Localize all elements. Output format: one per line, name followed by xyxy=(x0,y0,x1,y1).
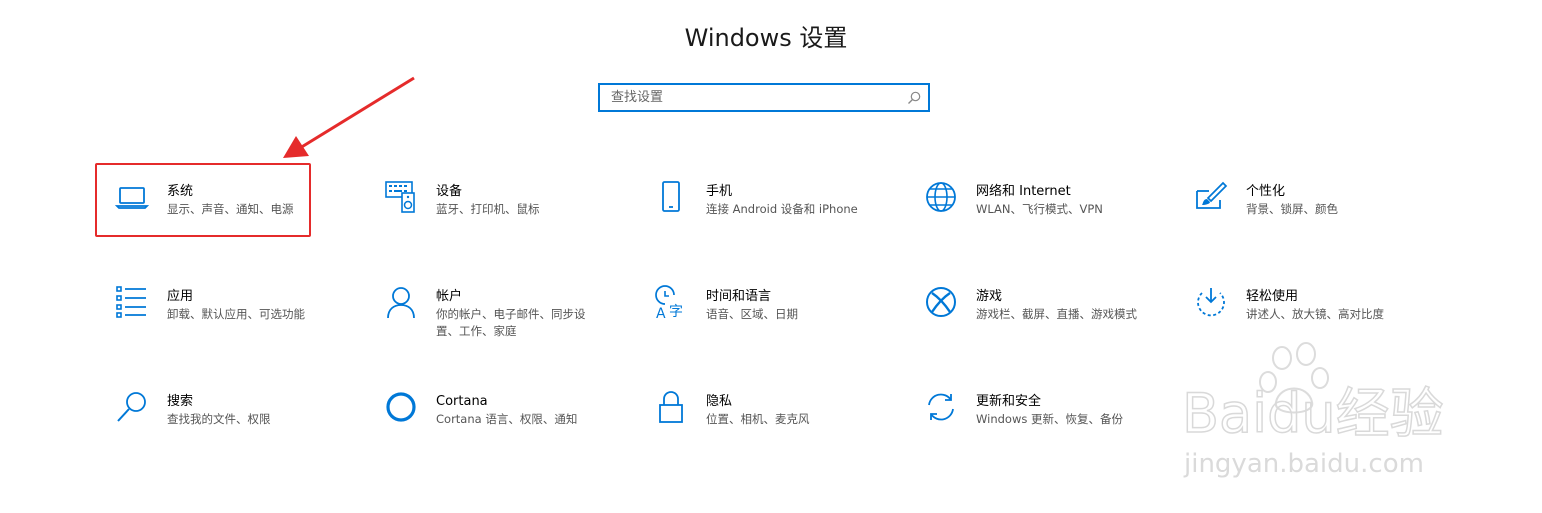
tile-desc: 讲述人、放大镜、高对比度 xyxy=(1246,307,1384,321)
time-language-icon: A字 xyxy=(654,285,688,322)
paintbrush-icon xyxy=(1194,180,1228,214)
search-icon[interactable] xyxy=(906,90,922,106)
phone-icon xyxy=(654,180,688,214)
tile-name: 系统 xyxy=(167,184,194,199)
search-input[interactable] xyxy=(609,89,906,106)
tile-phone[interactable]: 手机 连接 Android 设备和 iPhone xyxy=(654,180,894,240)
watermark-url: jingyan.baidu.com xyxy=(1183,449,1424,479)
tile-search[interactable]: 搜索 查找我的文件、权限 xyxy=(115,390,355,450)
apps-list-icon xyxy=(115,285,149,319)
tile-desc: Windows 更新、恢复、备份 xyxy=(976,412,1123,426)
svg-text:A: A xyxy=(656,306,666,319)
page-title: Windows 设置 xyxy=(684,24,848,52)
globe-icon xyxy=(924,180,958,214)
tile-desc: 连接 Android 设备和 iPhone xyxy=(706,202,858,216)
tile-accounts[interactable]: 帐户 你的帐户、电子邮件、同步设置、工作、家庭 xyxy=(384,285,624,345)
search-magnifier-icon xyxy=(115,390,149,424)
tile-desc: 背景、锁屏、颜色 xyxy=(1246,202,1338,216)
tile-name: 游戏 xyxy=(976,289,1003,304)
baidu-watermark: Baidu经验 jingyan.baidu.com xyxy=(1181,342,1444,479)
tile-name: 设备 xyxy=(436,184,463,199)
tile-system[interactable]: 系统 显示、声音、通知、电源 xyxy=(114,180,355,240)
tile-privacy[interactable]: 隐私 位置、相机、麦克风 xyxy=(654,390,894,450)
tile-network[interactable]: 网络和 Internet WLAN、飞行模式、VPN xyxy=(924,180,1164,240)
watermark-logo: Baidu经验 xyxy=(1182,382,1444,445)
tile-personalization[interactable]: 个性化 背景、锁屏、颜色 xyxy=(1194,180,1434,240)
tile-desc: 语音、区域、日期 xyxy=(706,307,798,321)
tile-name: 搜索 xyxy=(167,394,194,409)
tile-gaming[interactable]: 游戏 游戏栏、截屏、直播、游戏模式 xyxy=(924,285,1164,345)
tile-name: 更新和安全 xyxy=(976,394,1042,409)
search-box[interactable] xyxy=(598,83,930,112)
person-icon xyxy=(384,285,418,319)
xbox-icon xyxy=(924,285,958,319)
laptop-icon xyxy=(114,180,150,214)
settings-window: Windows 设置 系统 显示、声音、通知、电源 设备 蓝牙、打印机、鼠标 xyxy=(0,0,1542,513)
tile-desc: 卸载、默认应用、可选功能 xyxy=(167,307,305,321)
tile-desc: 你的帐户、电子邮件、同步设置、工作、家庭 xyxy=(436,307,586,338)
cortana-ring-icon xyxy=(384,390,418,424)
tile-desc: Cortana 语言、权限、通知 xyxy=(436,412,578,426)
tile-desc: 蓝牙、打印机、鼠标 xyxy=(436,202,540,216)
tile-update-security[interactable]: 更新和安全 Windows 更新、恢复、备份 xyxy=(924,390,1164,450)
svg-text:字: 字 xyxy=(669,304,683,319)
tile-name: Cortana xyxy=(436,394,488,409)
tile-name: 隐私 xyxy=(706,394,733,409)
tile-desc: 位置、相机、麦克风 xyxy=(706,412,810,426)
tile-name: 时间和语言 xyxy=(706,289,772,304)
tile-name: 轻松使用 xyxy=(1246,289,1299,304)
ease-of-access-icon xyxy=(1194,285,1228,319)
sync-icon xyxy=(924,390,958,424)
tile-time-language[interactable]: A字 时间和语言 语音、区域、日期 xyxy=(654,285,894,345)
tile-name: 手机 xyxy=(706,184,733,199)
keyboard-speaker-icon xyxy=(384,180,418,214)
tile-name: 个性化 xyxy=(1246,184,1286,199)
tile-cortana[interactable]: Cortana Cortana 语言、权限、通知 xyxy=(384,390,624,450)
tile-name: 帐户 xyxy=(436,289,463,304)
tile-desc: 显示、声音、通知、电源 xyxy=(167,202,294,216)
tile-name: 应用 xyxy=(167,289,194,304)
tile-desc: 游戏栏、截屏、直播、游戏模式 xyxy=(976,307,1137,321)
tile-name: 网络和 Internet xyxy=(976,184,1071,199)
lock-icon xyxy=(654,390,688,424)
tile-devices[interactable]: 设备 蓝牙、打印机、鼠标 xyxy=(384,180,624,240)
tile-desc: 查找我的文件、权限 xyxy=(167,412,271,426)
tile-apps[interactable]: 应用 卸载、默认应用、可选功能 xyxy=(115,285,355,345)
tile-desc: WLAN、飞行模式、VPN xyxy=(976,202,1103,216)
tile-ease-of-access[interactable]: 轻松使用 讲述人、放大镜、高对比度 xyxy=(1194,285,1434,345)
